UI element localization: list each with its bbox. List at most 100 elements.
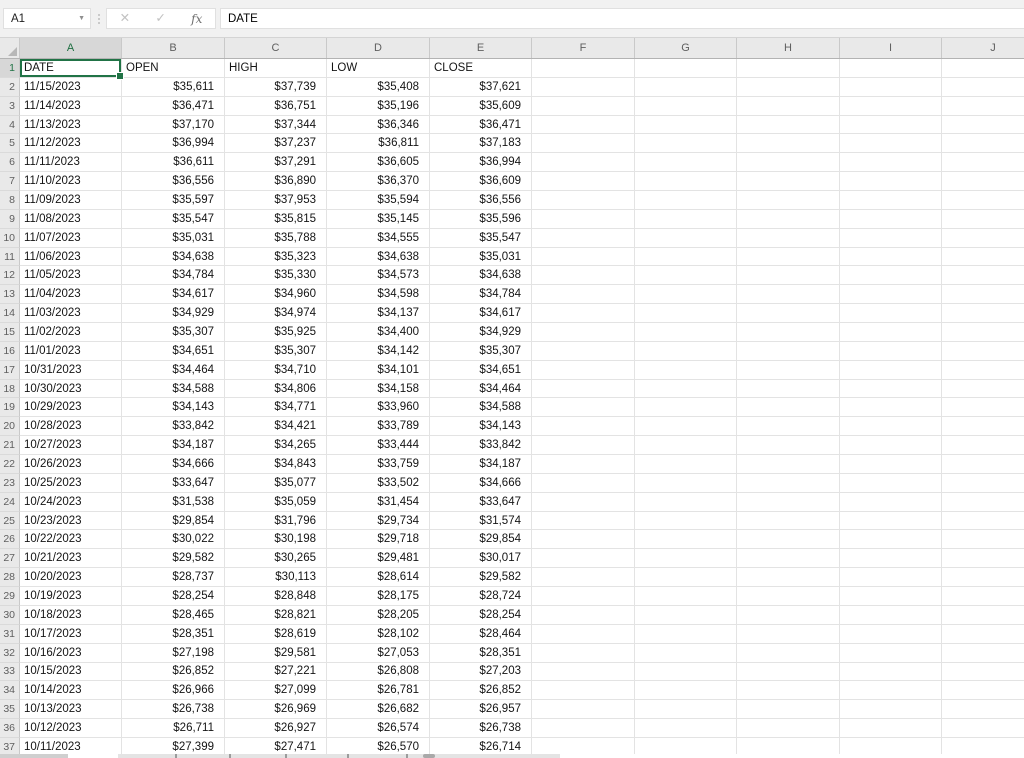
row-header-32[interactable]: 32	[0, 644, 20, 663]
cell-I36[interactable]	[840, 719, 942, 738]
cell-E12[interactable]: $34,638	[430, 266, 532, 285]
cell-A17[interactable]: 10/31/2023	[20, 361, 122, 380]
row-header-31[interactable]: 31	[0, 625, 20, 644]
cell-A20[interactable]: 10/28/2023	[20, 417, 122, 436]
row-header-12[interactable]: 12	[0, 266, 20, 285]
row-header-18[interactable]: 18	[0, 380, 20, 399]
cell-E33[interactable]: $27,203	[430, 663, 532, 682]
cell-B1[interactable]: OPEN	[122, 59, 225, 78]
cell-G30[interactable]	[635, 606, 737, 625]
cell-B24[interactable]: $31,538	[122, 493, 225, 512]
cell-C28[interactable]: $30,113	[225, 568, 327, 587]
cell-B8[interactable]: $35,597	[122, 191, 225, 210]
formula-input[interactable]: DATE	[220, 8, 1024, 29]
cell-H9[interactable]	[737, 210, 840, 229]
cell-B3[interactable]: $36,471	[122, 97, 225, 116]
cell-F15[interactable]	[532, 323, 635, 342]
cell-E27[interactable]: $30,017	[430, 549, 532, 568]
cell-J11[interactable]	[942, 248, 1024, 267]
cell-A33[interactable]: 10/15/2023	[20, 663, 122, 682]
cell-D7[interactable]: $36,370	[327, 172, 430, 191]
cell-D8[interactable]: $35,594	[327, 191, 430, 210]
cell-F21[interactable]	[532, 436, 635, 455]
cell-D18[interactable]: $34,158	[327, 380, 430, 399]
row-header-19[interactable]: 19	[0, 398, 20, 417]
cell-B2[interactable]: $35,611	[122, 78, 225, 97]
cell-F13[interactable]	[532, 285, 635, 304]
cell-B23[interactable]: $33,647	[122, 474, 225, 493]
row-header-8[interactable]: 8	[0, 191, 20, 210]
cell-A16[interactable]: 11/01/2023	[20, 342, 122, 361]
cell-E11[interactable]: $35,031	[430, 248, 532, 267]
cell-A29[interactable]: 10/19/2023	[20, 587, 122, 606]
column-header-A[interactable]: A	[20, 38, 122, 58]
cell-B7[interactable]: $36,556	[122, 172, 225, 191]
cell-J4[interactable]	[942, 116, 1024, 135]
cell-H24[interactable]	[737, 493, 840, 512]
cell-F11[interactable]	[532, 248, 635, 267]
cell-E14[interactable]: $34,617	[430, 304, 532, 323]
cell-J16[interactable]	[942, 342, 1024, 361]
cell-I26[interactable]	[840, 530, 942, 549]
cell-C31[interactable]: $28,619	[225, 625, 327, 644]
cell-B32[interactable]: $27,198	[122, 644, 225, 663]
row-header-9[interactable]: 9	[0, 210, 20, 229]
cell-H7[interactable]	[737, 172, 840, 191]
cell-J28[interactable]	[942, 568, 1024, 587]
row-header-22[interactable]: 22	[0, 455, 20, 474]
cell-H33[interactable]	[737, 663, 840, 682]
cell-A23[interactable]: 10/25/2023	[20, 474, 122, 493]
cell-E32[interactable]: $28,351	[430, 644, 532, 663]
cell-H6[interactable]	[737, 153, 840, 172]
cell-D19[interactable]: $33,960	[327, 398, 430, 417]
cell-J1[interactable]	[942, 59, 1024, 78]
cell-I27[interactable]	[840, 549, 942, 568]
cell-C14[interactable]: $34,974	[225, 304, 327, 323]
cell-E23[interactable]: $34,666	[430, 474, 532, 493]
cell-J26[interactable]	[942, 530, 1024, 549]
cell-A28[interactable]: 10/20/2023	[20, 568, 122, 587]
cell-E3[interactable]: $35,609	[430, 97, 532, 116]
row-header-20[interactable]: 20	[0, 417, 20, 436]
cell-B19[interactable]: $34,143	[122, 398, 225, 417]
cell-H3[interactable]	[737, 97, 840, 116]
cell-G35[interactable]	[635, 700, 737, 719]
cell-D30[interactable]: $28,205	[327, 606, 430, 625]
cell-B20[interactable]: $33,842	[122, 417, 225, 436]
cell-D6[interactable]: $36,605	[327, 153, 430, 172]
cell-I3[interactable]	[840, 97, 942, 116]
cell-B17[interactable]: $34,464	[122, 361, 225, 380]
cell-A4[interactable]: 11/13/2023	[20, 116, 122, 135]
cell-C11[interactable]: $35,323	[225, 248, 327, 267]
cell-G25[interactable]	[635, 512, 737, 531]
cell-H4[interactable]	[737, 116, 840, 135]
row-header-7[interactable]: 7	[0, 172, 20, 191]
cell-B6[interactable]: $36,611	[122, 153, 225, 172]
cell-E28[interactable]: $29,582	[430, 568, 532, 587]
cell-A13[interactable]: 11/04/2023	[20, 285, 122, 304]
cell-D32[interactable]: $27,053	[327, 644, 430, 663]
fill-handle[interactable]	[116, 72, 124, 80]
cell-H22[interactable]	[737, 455, 840, 474]
cell-B22[interactable]: $34,666	[122, 455, 225, 474]
cell-D16[interactable]: $34,142	[327, 342, 430, 361]
cell-I32[interactable]	[840, 644, 942, 663]
row-header-14[interactable]: 14	[0, 304, 20, 323]
cell-C27[interactable]: $30,265	[225, 549, 327, 568]
cell-B12[interactable]: $34,784	[122, 266, 225, 285]
cell-D25[interactable]: $29,734	[327, 512, 430, 531]
cell-F8[interactable]	[532, 191, 635, 210]
cell-G18[interactable]	[635, 380, 737, 399]
cell-J5[interactable]	[942, 134, 1024, 153]
cell-J25[interactable]	[942, 512, 1024, 531]
cell-F29[interactable]	[532, 587, 635, 606]
cell-F3[interactable]	[532, 97, 635, 116]
cell-I11[interactable]	[840, 248, 942, 267]
cell-J2[interactable]	[942, 78, 1024, 97]
cell-D1[interactable]: LOW	[327, 59, 430, 78]
cell-J32[interactable]	[942, 644, 1024, 663]
cell-I20[interactable]	[840, 417, 942, 436]
cell-C21[interactable]: $34,265	[225, 436, 327, 455]
cell-J29[interactable]	[942, 587, 1024, 606]
cell-H30[interactable]	[737, 606, 840, 625]
